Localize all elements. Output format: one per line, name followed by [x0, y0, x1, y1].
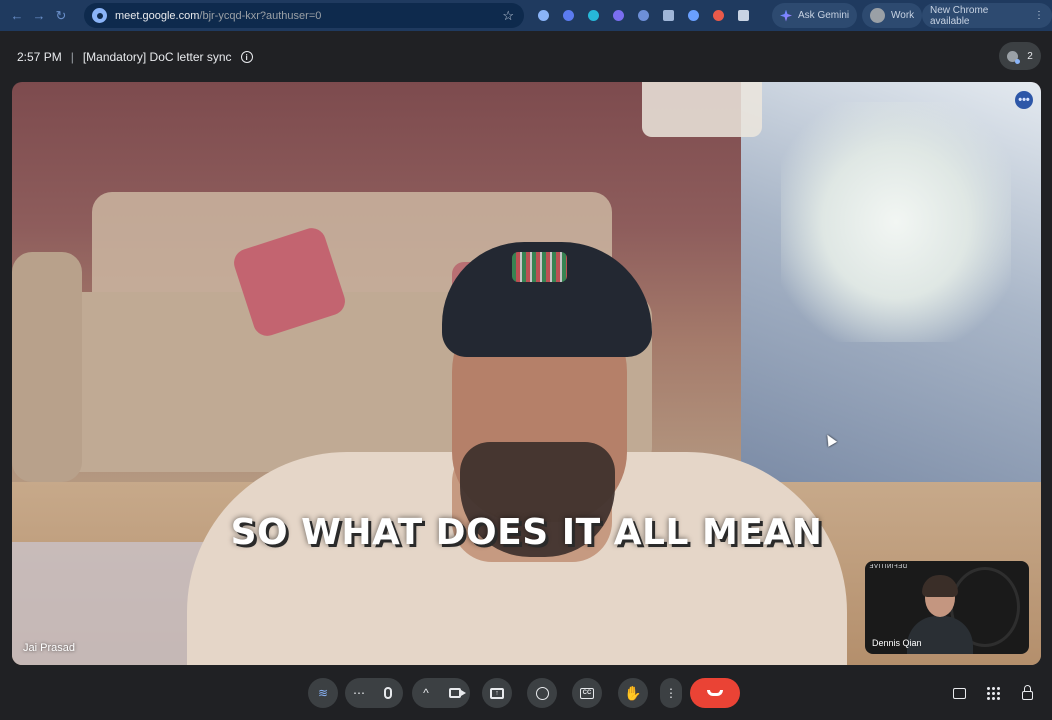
- shirt-logo-text: DEFINITIVE: [869, 564, 908, 570]
- audio-options-button[interactable]: ⋯: [345, 678, 373, 708]
- camera-icon: [449, 688, 466, 698]
- tile-more-options-icon[interactable]: •••: [1015, 91, 1033, 109]
- self-view-tile[interactable]: DEFINITIVE Dennis Qian: [865, 561, 1029, 654]
- meeting-time: 2:57 PM: [17, 50, 62, 64]
- leave-call-button[interactable]: [690, 678, 740, 708]
- self-name-label: Dennis Qian: [872, 638, 922, 648]
- more-options-button[interactable]: ⋮: [660, 678, 682, 708]
- participant-name-label: Jai Prasad: [23, 642, 75, 654]
- meeting-info-icon[interactable]: i: [240, 51, 253, 63]
- extensions-puzzle-icon[interactable]: [734, 6, 753, 25]
- extension-6-icon[interactable]: [659, 6, 678, 25]
- extension-1-icon[interactable]: [534, 6, 553, 25]
- end-call-icon: [707, 690, 723, 696]
- meeting-title: [Mandatory] DoC letter sync: [82, 50, 232, 64]
- emoji-icon: [535, 686, 549, 700]
- microphone-button[interactable]: [373, 678, 403, 708]
- extension-5-icon[interactable]: [634, 6, 653, 25]
- video-options-button[interactable]: ^: [412, 678, 440, 708]
- people-icon: [1007, 50, 1021, 64]
- reload-icon[interactable]: ↻: [50, 5, 72, 27]
- kebab-menu-icon: ⋮: [665, 686, 677, 700]
- camera-button[interactable]: [440, 678, 470, 708]
- back-icon[interactable]: ←: [6, 5, 28, 27]
- activities-button[interactable]: [978, 678, 1008, 708]
- lock-icon: [1021, 684, 1033, 700]
- url-text: meet.google.com/bjr-ycqd-kxr?authuser=0: [115, 9, 322, 22]
- meeting-controls: ≋ ⋯ ^ ↑ CC ✋ ⋮: [0, 673, 1052, 713]
- raise-hand-button[interactable]: ✋: [618, 678, 648, 708]
- gemini-icon: [780, 9, 792, 22]
- participants-button[interactable]: 2: [999, 42, 1041, 70]
- captions-icon: CC: [580, 687, 594, 699]
- video-caption-text: SO WHAT DOES IT ALL MEAN: [230, 512, 823, 553]
- meeting-header: 2:57 PM | [Mandatory] DoC letter sync i: [17, 50, 253, 64]
- bookmark-star-icon[interactable]: ☆: [502, 8, 514, 24]
- forward-icon[interactable]: →: [28, 5, 50, 27]
- more-dots-icon: ⋯: [353, 686, 365, 700]
- extension-3-icon[interactable]: [584, 6, 603, 25]
- host-controls-button[interactable]: [1012, 678, 1042, 708]
- raise-hand-icon: ✋: [624, 684, 642, 701]
- present-screen-icon: ↑: [490, 687, 504, 699]
- live-sharing-button[interactable]: ≋: [308, 678, 338, 708]
- extension-4-icon[interactable]: [609, 6, 628, 25]
- profile-work-button[interactable]: Work: [862, 3, 923, 28]
- address-bar[interactable]: meet.google.com/bjr-ycqd-kxr?authuser=0 …: [84, 3, 524, 28]
- chevron-up-icon: ^: [423, 686, 429, 700]
- extension-7-icon[interactable]: [684, 6, 703, 25]
- reactions-button[interactable]: [527, 678, 557, 708]
- kebab-menu-icon: ⋮: [1034, 10, 1044, 21]
- chat-button[interactable]: [944, 678, 974, 708]
- participant-count: 2: [1027, 50, 1033, 62]
- site-settings-icon[interactable]: [92, 8, 107, 23]
- microphone-icon: [384, 687, 392, 699]
- extension-8-icon[interactable]: [709, 6, 728, 25]
- avatar: [870, 8, 885, 23]
- chat-icon: [952, 687, 966, 699]
- live-share-icon: ≋: [317, 686, 329, 700]
- extension-2-icon[interactable]: [559, 6, 578, 25]
- ask-gemini-button[interactable]: Ask Gemini: [772, 3, 858, 28]
- header-separator: |: [70, 50, 74, 64]
- update-chrome-button[interactable]: New Chrome available ⋮: [922, 3, 1052, 28]
- extensions-row: [534, 6, 753, 25]
- present-screen-button[interactable]: ↑: [482, 678, 512, 708]
- apps-grid-icon: [986, 686, 1000, 700]
- captions-button[interactable]: CC: [572, 678, 602, 708]
